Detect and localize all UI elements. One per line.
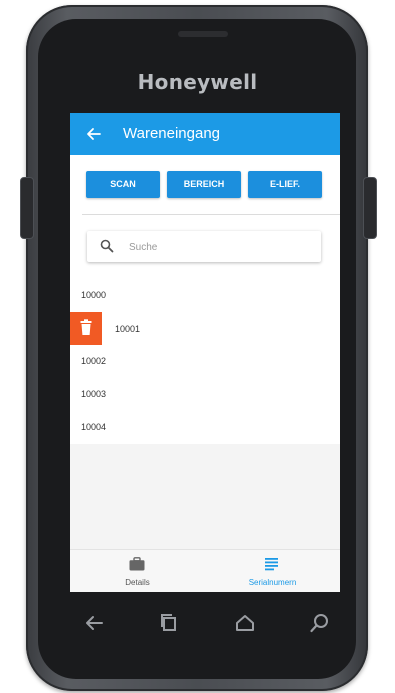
arrow-left-icon[interactable] bbox=[86, 123, 108, 145]
list-item-label: 10000 bbox=[81, 290, 107, 300]
list-item-label: 10004 bbox=[81, 422, 107, 432]
bottom-navigation: Details Serialnumern bbox=[70, 549, 340, 592]
delete-button[interactable] bbox=[70, 312, 102, 345]
tab-details[interactable]: Details bbox=[70, 550, 205, 592]
list-item[interactable]: 10002 bbox=[70, 345, 340, 379]
search-box[interactable] bbox=[87, 231, 321, 262]
divider bbox=[82, 214, 340, 215]
hardware-keys bbox=[70, 606, 340, 640]
right-side-button bbox=[363, 177, 377, 239]
list-item[interactable]: 10000 bbox=[70, 279, 340, 313]
search-icon[interactable] bbox=[308, 612, 332, 634]
list-icon bbox=[265, 558, 278, 571]
app-bar: Wareneingang bbox=[70, 113, 340, 155]
bereich-button[interactable]: BEREICH bbox=[167, 171, 241, 198]
tab-serialnumern[interactable]: Serialnumern bbox=[205, 550, 340, 592]
serial-list: 10000 10001 10002 10003 10004 bbox=[70, 279, 340, 445]
briefcase-icon bbox=[129, 557, 145, 571]
page-title: Wareneingang bbox=[123, 125, 221, 142]
list-empty-area bbox=[70, 444, 340, 549]
search-icon bbox=[100, 239, 114, 253]
list-item[interactable]: 10004 bbox=[70, 411, 340, 445]
earpiece-speaker bbox=[178, 31, 228, 37]
list-item-label: 10002 bbox=[81, 356, 107, 366]
list-item-label: 10001 bbox=[115, 324, 141, 334]
list-item[interactable]: 10003 bbox=[70, 378, 340, 412]
back-icon[interactable] bbox=[82, 612, 106, 634]
home-icon[interactable] bbox=[233, 612, 257, 634]
action-button-row: SCAN BEREICH E-LIEF. bbox=[86, 171, 326, 198]
e-lief-button[interactable]: E-LIEF. bbox=[248, 171, 322, 198]
search-input[interactable] bbox=[129, 239, 309, 255]
recents-icon[interactable] bbox=[157, 612, 181, 634]
app-screen: Wareneingang SCAN BEREICH E-LIEF. 10000 … bbox=[70, 113, 340, 592]
list-item-swiped[interactable]: 10001 bbox=[70, 312, 340, 346]
tab-label: Serialnumern bbox=[248, 578, 297, 587]
trash-icon bbox=[80, 319, 92, 335]
left-side-button bbox=[20, 177, 34, 239]
scan-button[interactable]: SCAN bbox=[86, 171, 160, 198]
brand-logo: Honeywell bbox=[137, 70, 258, 94]
tab-label: Details bbox=[125, 578, 150, 587]
list-item-label: 10003 bbox=[81, 389, 107, 399]
